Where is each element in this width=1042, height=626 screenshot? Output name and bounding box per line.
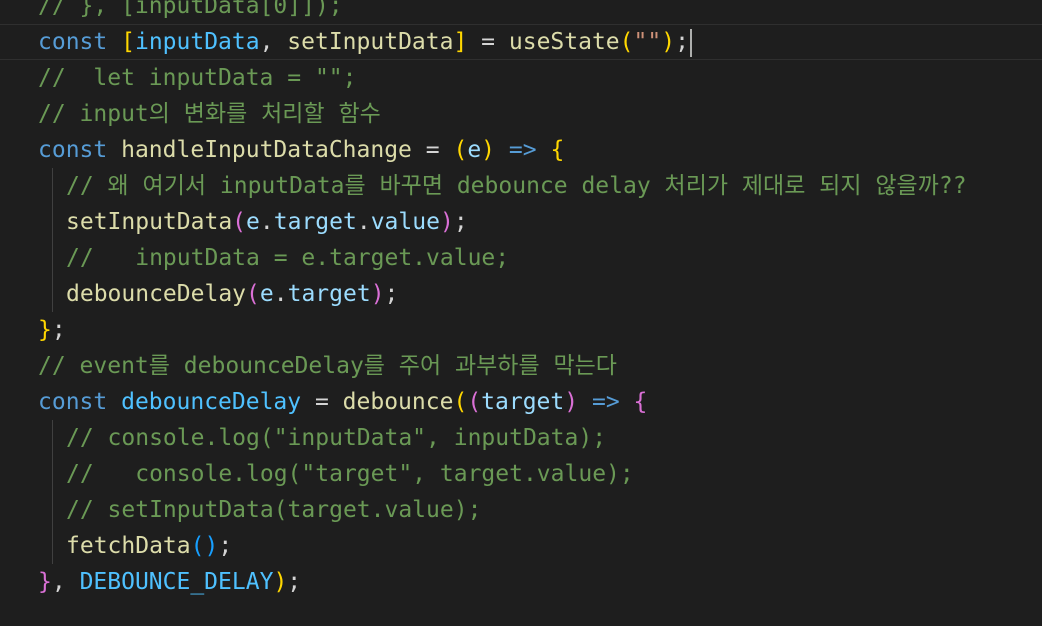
code-token: { bbox=[550, 137, 565, 163]
code-token: = bbox=[411, 137, 454, 163]
code-line[interactable]: // 왜 여기서 inputData를 바꾸면 debounce delay 처… bbox=[66, 168, 967, 204]
code-token: ; bbox=[453, 209, 468, 235]
code-token: ; bbox=[51, 317, 66, 343]
code-token: // console.log("target", target.value); bbox=[66, 461, 634, 487]
code-line[interactable]: const [inputData, setInputData] = useSta… bbox=[38, 24, 692, 60]
code-token: ( bbox=[619, 29, 634, 55]
code-token: = bbox=[467, 29, 509, 55]
code-token: => bbox=[591, 389, 620, 415]
code-token: value bbox=[370, 209, 440, 235]
code-line[interactable]: setInputData(e.target.value); bbox=[66, 204, 468, 240]
code-token: target bbox=[273, 209, 357, 235]
code-token: // event를 debounceDelay를 주어 과부하를 막는다 bbox=[38, 353, 617, 379]
code-token: const bbox=[38, 29, 108, 55]
code-token: const bbox=[38, 137, 108, 163]
code-token: fetchData bbox=[66, 533, 191, 559]
code-token: debounceDelay bbox=[121, 389, 302, 415]
code-token: , bbox=[259, 29, 288, 55]
code-token: ; bbox=[218, 533, 233, 559]
code-token: // setInputData(target.value); bbox=[66, 497, 482, 523]
code-token: target bbox=[287, 281, 371, 307]
code-token: // }, [inputData[0]]); bbox=[38, 0, 343, 19]
code-token: target bbox=[481, 389, 565, 415]
code-line[interactable]: }, DEBOUNCE_DELAY); bbox=[38, 564, 301, 600]
code-token: // inputData = e.target.value; bbox=[66, 245, 510, 271]
code-line[interactable]: }; bbox=[38, 312, 66, 348]
code-line[interactable]: fetchData(); bbox=[66, 528, 232, 564]
indent-guide bbox=[52, 168, 53, 312]
code-token: ( bbox=[453, 389, 468, 415]
code-token: . bbox=[273, 281, 288, 307]
code-token: useState bbox=[508, 29, 620, 55]
code-token: ) bbox=[370, 281, 385, 307]
code-token: ; bbox=[287, 569, 302, 595]
code-line[interactable]: const debounceDelay = debounce((target) … bbox=[38, 384, 647, 420]
code-token: // console.log("inputData", inputData); bbox=[66, 425, 607, 451]
code-token: e bbox=[467, 137, 482, 163]
code-token: ; bbox=[384, 281, 399, 307]
code-editor[interactable]: // }, [inputData[0]]); const [inputData, … bbox=[0, 0, 1042, 626]
code-token: DEBOUNCE_DELAY bbox=[79, 569, 274, 595]
code-token: ( bbox=[190, 533, 205, 559]
code-line[interactable]: // }, [inputData[0]]); bbox=[38, 0, 343, 24]
code-token: // 왜 여기서 inputData를 바꾸면 debounce delay 처… bbox=[66, 173, 967, 199]
code-token: "" bbox=[633, 29, 662, 55]
code-line[interactable]: // let inputData = ""; bbox=[38, 60, 357, 96]
code-token: , bbox=[51, 569, 80, 595]
code-line[interactable]: debounceDelay(e.target); bbox=[66, 276, 398, 312]
code-token: } bbox=[38, 317, 52, 343]
code-token: setInputData bbox=[287, 29, 454, 55]
code-token: // let inputData = ""; bbox=[38, 65, 357, 91]
code-token: ] bbox=[453, 29, 468, 55]
code-token: ( bbox=[467, 389, 482, 415]
code-token: } bbox=[38, 569, 52, 595]
code-token: e bbox=[259, 281, 274, 307]
code-line[interactable]: const handleInputDataChange = (e) => { bbox=[38, 132, 564, 168]
code-token: ) bbox=[204, 533, 219, 559]
code-line[interactable]: // setInputData(target.value); bbox=[66, 492, 481, 528]
indent-guide bbox=[52, 420, 53, 564]
code-token: ) bbox=[661, 29, 676, 55]
code-token: = bbox=[301, 389, 343, 415]
code-token: setInputData bbox=[66, 209, 233, 235]
code-line[interactable]: // event를 debounceDelay를 주어 과부하를 막는다 bbox=[38, 348, 617, 384]
code-token: ) bbox=[273, 569, 288, 595]
code-token: ) bbox=[481, 137, 496, 163]
code-token: ) bbox=[439, 209, 454, 235]
code-line[interactable]: // inputData = e.target.value; bbox=[66, 240, 509, 276]
code-token: => bbox=[508, 137, 537, 163]
code-token: debounceDelay bbox=[66, 281, 247, 307]
code-token: handleInputDataChange bbox=[121, 137, 412, 163]
code-line[interactable]: // console.log("target", target.value); bbox=[66, 456, 634, 492]
code-token: const bbox=[38, 389, 108, 415]
code-token: ( bbox=[453, 137, 468, 163]
code-token: ( bbox=[246, 281, 260, 307]
code-token: { bbox=[633, 389, 648, 415]
code-token: [ bbox=[121, 29, 135, 55]
code-line[interactable]: // console.log("inputData", inputData); bbox=[66, 420, 606, 456]
code-token: ( bbox=[232, 209, 247, 235]
code-token: // input의 변화를 처리할 함수 bbox=[38, 101, 381, 127]
code-token: ; bbox=[675, 29, 689, 55]
code-token: debounce bbox=[342, 389, 454, 415]
text-cursor bbox=[689, 28, 692, 57]
code-token: e bbox=[246, 209, 260, 235]
code-token: ) bbox=[564, 389, 579, 415]
code-line[interactable]: // input의 변화를 처리할 함수 bbox=[38, 96, 381, 132]
code-token: inputData bbox=[134, 29, 260, 55]
code-token: . bbox=[259, 209, 274, 235]
code-token: . bbox=[356, 209, 371, 235]
